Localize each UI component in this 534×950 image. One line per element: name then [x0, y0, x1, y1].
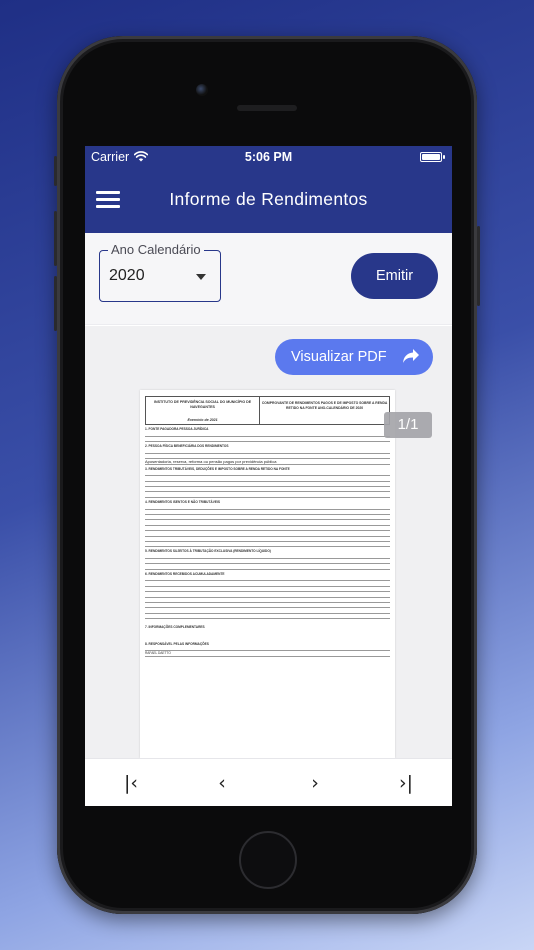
year-select[interactable]: Ano Calendário 2020	[99, 242, 221, 302]
earpiece-speaker	[237, 105, 297, 111]
doc-nature: Aposentadoria, reserva, reforma ou pensã…	[145, 459, 390, 465]
year-select-label: Ano Calendário	[108, 242, 204, 257]
app-header: Carrier 5:06 PM Informe de Rendimentos	[85, 146, 452, 233]
volume-down-button	[54, 276, 57, 331]
app-screen: Carrier 5:06 PM Informe de Rendimentos A…	[85, 146, 452, 806]
visualizar-pdf-label: Visualizar PDF	[291, 349, 387, 365]
front-camera	[196, 84, 208, 96]
page-title: Informe de Rendimentos	[169, 189, 368, 209]
previous-page-button[interactable]: ‹	[202, 759, 242, 806]
doc-header: INSTITUTO DE PREVIDÊNCIA SOCIAL DO MUNIC…	[145, 396, 390, 425]
status-time: 5:06 PM	[244, 150, 293, 164]
visualizar-pdf-button[interactable]: Visualizar PDF	[275, 339, 433, 375]
mute-switch	[54, 156, 57, 186]
pdf-navigation-bar: |‹ ‹ › ›|	[85, 758, 452, 806]
next-page-button[interactable]: ›	[295, 759, 335, 806]
controls-bar: Ano Calendário 2020 Emitir	[85, 233, 452, 325]
caret-down-icon	[196, 274, 206, 280]
first-page-button[interactable]: |‹	[111, 759, 151, 806]
last-page-button[interactable]: ›|	[386, 759, 426, 806]
page-indicator: 1/1	[384, 412, 432, 438]
doc-exercise: Exercício de 2021	[187, 417, 218, 422]
pdf-page: INSTITUTO DE PREVIDÊNCIA SOCIAL DO MUNIC…	[140, 390, 395, 758]
year-select-value: 2020	[109, 267, 145, 284]
status-bar: Carrier 5:06 PM	[85, 146, 452, 168]
doc-left-header: INSTITUTO DE PREVIDÊNCIA SOCIAL DO MUNIC…	[154, 400, 252, 409]
pdf-page-content: INSTITUTO DE PREVIDÊNCIA SOCIAL DO MUNIC…	[145, 396, 390, 676]
emitir-button[interactable]: Emitir	[351, 253, 438, 299]
battery-icon	[420, 152, 445, 162]
home-button[interactable]	[239, 831, 297, 889]
share-arrow-icon	[403, 349, 419, 363]
power-button	[477, 226, 480, 306]
doc-right-header: COMPROVANTE DE RENDIMENTOS PAGOS E DE IM…	[261, 401, 388, 410]
pdf-viewer[interactable]: Visualizar PDF INSTITUTO DE PREVIDÊNCIA …	[85, 326, 452, 758]
volume-up-button	[54, 211, 57, 266]
